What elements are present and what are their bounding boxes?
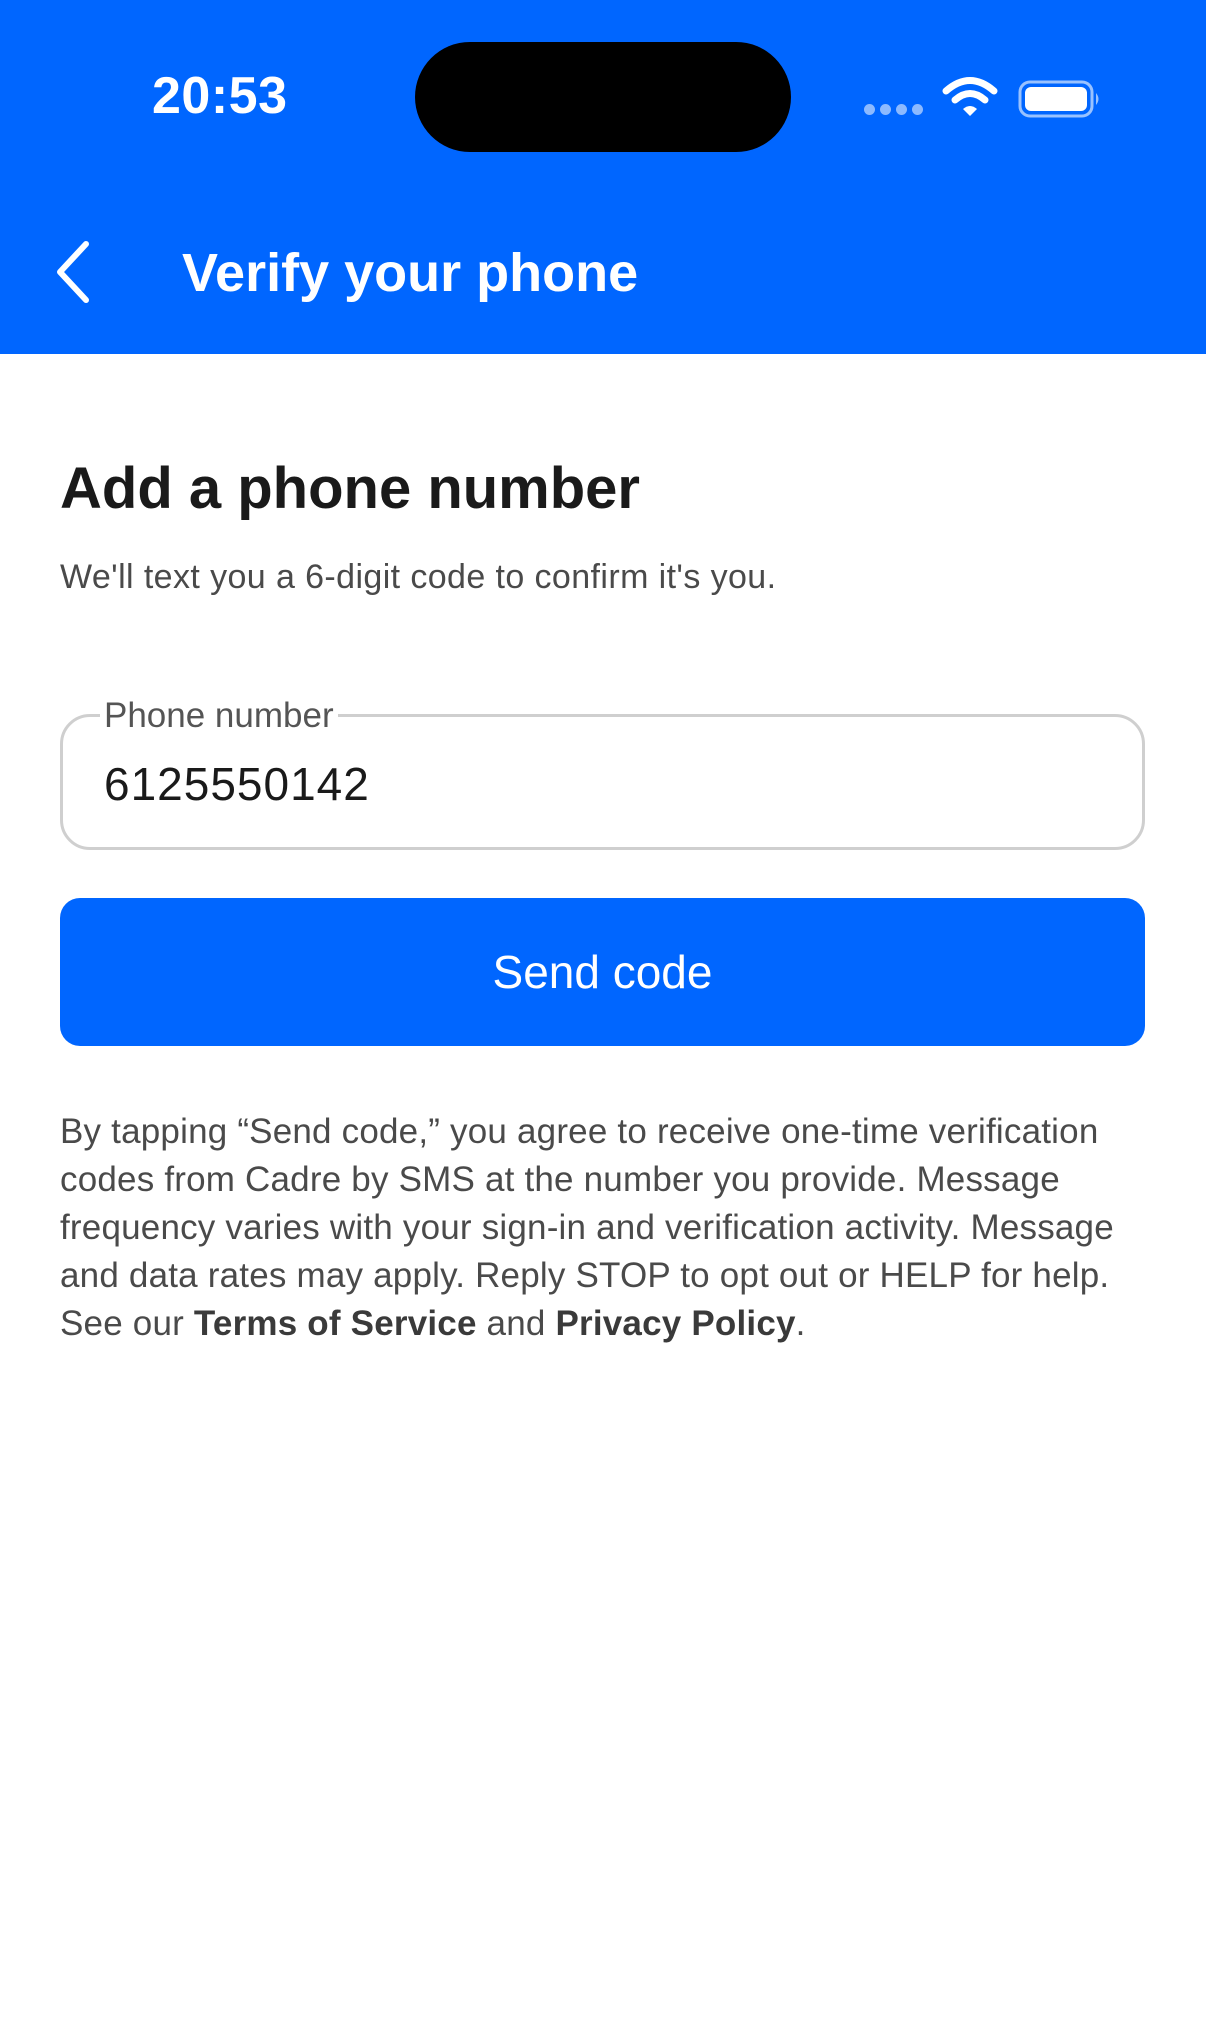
status-time: 20:53: [152, 67, 288, 125]
phone-number-input[interactable]: [104, 752, 1104, 816]
cellular-signal-icon: [864, 104, 924, 116]
disclaimer-text-end: .: [795, 1304, 806, 1343]
sms-consent-disclaimer: By tapping “Send code,” you agree to rec…: [60, 1108, 1160, 1348]
disclaimer-text-and: and: [476, 1304, 556, 1343]
page-title: Verify your phone: [182, 243, 639, 303]
chevron-left-icon[interactable]: [52, 238, 96, 306]
phone-number-label: Phone number: [100, 694, 338, 738]
battery-icon: [1018, 80, 1099, 118]
wifi-icon: [942, 77, 998, 116]
app-header: 20:53 Verify your phone: [0, 0, 1206, 354]
dynamic-island: [415, 42, 791, 152]
terms-of-service-link[interactable]: Terms of Service: [194, 1304, 477, 1343]
section-subtitle: We'll text you a 6-digit code to confirm…: [60, 558, 777, 596]
send-code-button[interactable]: Send code: [60, 898, 1145, 1046]
section-title: Add a phone number: [60, 456, 640, 521]
privacy-policy-link[interactable]: Privacy Policy: [555, 1304, 795, 1343]
